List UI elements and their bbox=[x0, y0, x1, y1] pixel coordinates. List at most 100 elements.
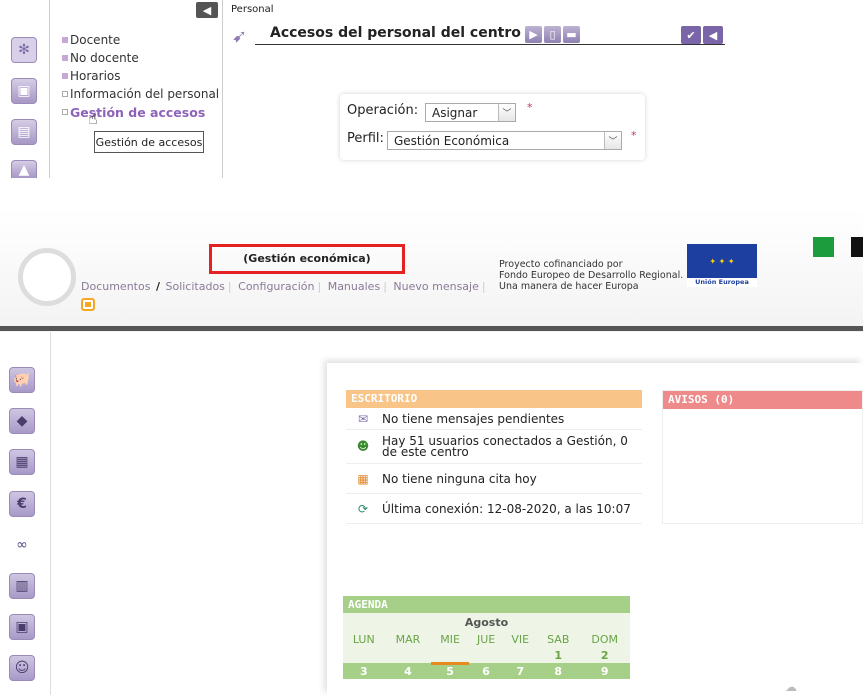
chevron-down-icon: ﹀ bbox=[604, 132, 621, 149]
day-cell[interactable]: 4 bbox=[385, 663, 432, 679]
day-cell[interactable]: 9 bbox=[579, 663, 630, 679]
day-header: VIE bbox=[511, 632, 530, 646]
virus-icon[interactable]: ✻ bbox=[11, 37, 37, 63]
day-cell[interactable] bbox=[431, 647, 468, 663]
bullet-icon bbox=[62, 55, 68, 61]
nav-solicitados[interactable]: Solicitados bbox=[165, 280, 224, 293]
nav-divider: | bbox=[317, 280, 322, 293]
nav-slash: / bbox=[155, 280, 160, 293]
menu-item-no-docente[interactable]: No docente bbox=[62, 49, 222, 67]
perfil-label: Perfil: bbox=[347, 131, 384, 146]
mail-icon: ✉ bbox=[357, 411, 369, 426]
id-card-icon[interactable]: ▤ bbox=[11, 119, 37, 145]
glasses-icon[interactable]: ∞ bbox=[9, 532, 35, 558]
tag-icon[interactable]: ◆ bbox=[9, 408, 35, 434]
agenda-week-row: 1 2 bbox=[343, 647, 630, 663]
chevron-down-icon: ﹀ bbox=[498, 104, 515, 121]
day-cell[interactable]: 3 bbox=[343, 663, 385, 679]
operacion-select[interactable]: Asignar ﹀ bbox=[425, 103, 516, 122]
perfil-select[interactable]: Gestión Económica ﹀ bbox=[387, 131, 622, 150]
flag-green bbox=[813, 237, 834, 257]
avatar[interactable] bbox=[18, 248, 76, 306]
day-header: LUN bbox=[352, 632, 375, 646]
day-cell[interactable]: 7 bbox=[503, 663, 537, 679]
menu-item-docente[interactable]: Docente bbox=[62, 31, 222, 49]
required-mark: * bbox=[527, 101, 533, 114]
chat-icon[interactable] bbox=[81, 298, 95, 311]
day-cell[interactable]: 8 bbox=[537, 663, 579, 679]
list-item: ⟳ Última conexión: 12-08-2020, a las 10:0… bbox=[346, 494, 642, 524]
nav-configuracion[interactable]: Configuración bbox=[238, 280, 314, 293]
document-icon[interactable]: ▯ bbox=[544, 26, 561, 43]
eu-label: Unión Europea bbox=[687, 278, 757, 287]
operacion-label: Operación: bbox=[347, 103, 419, 118]
profile-name: (Gestión económica) bbox=[243, 252, 371, 265]
piggy-bank-icon[interactable]: 🐖 bbox=[9, 367, 35, 393]
sidebar-divider bbox=[49, 0, 50, 178]
collapse-button[interactable]: ◀ bbox=[196, 2, 218, 18]
users-icon: ☻ bbox=[356, 439, 370, 453]
title-arrow-icon: ➹ bbox=[232, 26, 248, 47]
list-item: ✉ No tiene mensajes pendientes bbox=[346, 408, 642, 430]
support-icon[interactable]: ☺ bbox=[9, 655, 35, 681]
list-item: ▦ No tiene ninguna cita hoy bbox=[346, 464, 642, 494]
eu-flag: ✦ ✦ ✦ bbox=[687, 244, 757, 278]
day-cell[interactable]: 6 bbox=[469, 663, 504, 679]
calendar-icon: ▦ bbox=[357, 471, 369, 486]
required-mark: * bbox=[631, 129, 637, 142]
euro-icon[interactable]: € bbox=[9, 491, 35, 517]
personal-menu: Docente No docente Horarios Información … bbox=[62, 31, 222, 121]
mascot-icon: ☁ bbox=[785, 680, 797, 694]
section-label: Personal bbox=[231, 4, 274, 15]
day-cell[interactable] bbox=[469, 647, 504, 663]
check-icon[interactable]: ✔ bbox=[681, 26, 701, 44]
arrow-right-icon[interactable]: ▶ bbox=[525, 26, 542, 43]
bullet-icon bbox=[62, 91, 68, 97]
print-icon[interactable]: ▬ bbox=[563, 26, 580, 43]
avisos-title: AVISOS (0) bbox=[663, 391, 862, 409]
header-bar bbox=[0, 326, 863, 331]
notebook-icon[interactable]: ▥ bbox=[9, 573, 35, 599]
graduation-icon[interactable]: ▲ bbox=[11, 160, 37, 178]
escritorio-panel: ESCRITORIO ✉ No tiene mensajes pendientes… bbox=[346, 390, 642, 524]
agenda-month: Agosto bbox=[464, 615, 509, 629]
agenda-title: AGENDA bbox=[343, 596, 630, 613]
eu-text: Proyecto cofinanciado por Fondo Europeo … bbox=[499, 259, 684, 292]
nav-manuales[interactable]: Manuales bbox=[328, 280, 380, 293]
day-cell[interactable] bbox=[503, 647, 537, 663]
school-icon[interactable]: ▣ bbox=[11, 78, 37, 104]
bullet-icon bbox=[62, 109, 68, 115]
sync-icon: ⟳ bbox=[357, 501, 369, 516]
bullet-icon bbox=[62, 37, 68, 43]
flag-black bbox=[851, 237, 863, 257]
menu-item-informacion[interactable]: Información del personal bbox=[62, 85, 222, 103]
list-item: ☻ Hay 51 usuarios conectados a Gestión, 0… bbox=[346, 430, 642, 464]
nav-documentos[interactable]: Documentos bbox=[81, 280, 150, 293]
action-buttons: ✔ ◀ bbox=[681, 26, 725, 44]
page-title: Accesos del personal del centro bbox=[270, 25, 521, 41]
calculator-icon[interactable]: ▦ bbox=[9, 449, 35, 475]
back-icon[interactable]: ◀ bbox=[703, 26, 723, 44]
day-cell-today[interactable]: 5 bbox=[431, 661, 469, 679]
menu-item-gestion-accesos[interactable]: Gestión de accesos bbox=[62, 103, 222, 121]
day-cell[interactable]: 2 bbox=[579, 647, 630, 663]
day-cell[interactable] bbox=[343, 647, 385, 663]
agenda-week-row: 3 4 5 6 7 8 9 bbox=[343, 661, 630, 679]
title-underline bbox=[255, 44, 725, 45]
day-header: JUE bbox=[476, 632, 496, 646]
agenda-days-row: LUN MAR MIE JUE VIE SAB DOM bbox=[343, 631, 630, 647]
bullet-icon bbox=[62, 73, 68, 79]
hand-cursor-icon: ☝ bbox=[88, 109, 98, 128]
day-cell[interactable]: 1 bbox=[537, 647, 579, 663]
copy-icon[interactable]: ▣ bbox=[9, 614, 35, 640]
day-header: MAR bbox=[395, 632, 421, 646]
day-header: SAB bbox=[547, 632, 570, 646]
bottom-sidebar-divider bbox=[50, 332, 51, 695]
day-cell[interactable] bbox=[385, 647, 432, 663]
menu-item-horarios[interactable]: Horarios bbox=[62, 67, 222, 85]
agenda-panel: AGENDA Agosto LUN MAR MIE JUE VIE SAB DO… bbox=[343, 596, 630, 695]
escritorio-title: ESCRITORIO bbox=[346, 390, 642, 408]
nav-divider: | bbox=[383, 280, 387, 293]
nav-nuevo-mensaje[interactable]: Nuevo mensaje bbox=[393, 280, 478, 293]
avisos-panel: AVISOS (0) bbox=[662, 390, 863, 524]
